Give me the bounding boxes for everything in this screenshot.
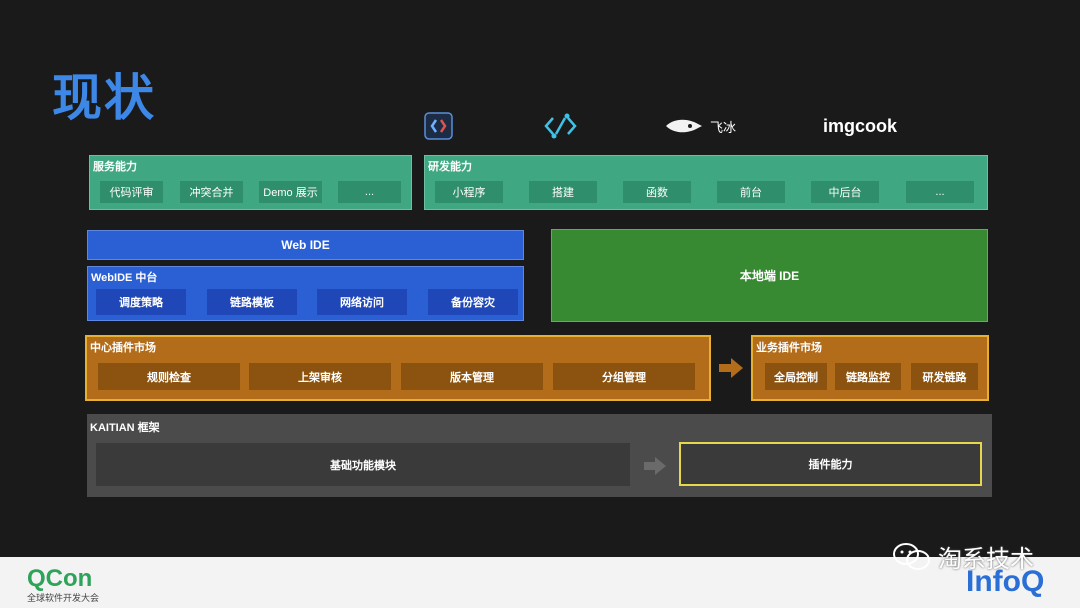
biz-item-global-control: 全局控制 [765, 363, 827, 390]
dev-item-middle-backend: 中后台 [811, 181, 879, 203]
biz-plugin-market-label: 业务插件市场 [756, 342, 822, 354]
page-title: 现状 [52, 70, 156, 126]
platform-item-network: 网络访问 [317, 289, 407, 315]
service-capability-panel: 服务能力 代码评审 冲突合并 Demo 展示 ... [89, 155, 412, 210]
center-item-review: 上架审核 [249, 363, 391, 390]
kaitian-framework-panel: KAITIAN 框架 基础功能模块 插件能力 [87, 414, 992, 497]
infoq-logo: InfoQ [966, 565, 1045, 598]
feibing-icon [666, 119, 702, 133]
service-item-more: ... [338, 181, 401, 203]
service-item-conflict-merge: 冲突合并 [180, 181, 243, 203]
footer-bar: QCon 全球软件开发大会 淘系技术 InfoQ [0, 542, 1080, 608]
feibing-label: 飞冰 [710, 119, 737, 135]
dev-item-build: 搭建 [529, 181, 597, 203]
link-logo [544, 112, 577, 140]
biz-item-dev-link: 研发链路 [911, 363, 978, 390]
center-item-rule-check: 规则检查 [98, 363, 240, 390]
plugin-capability-box: 插件能力 [679, 442, 982, 486]
center-item-group: 分组管理 [553, 363, 695, 390]
web-ide-box: Web IDE [87, 230, 524, 260]
biz-item-link-monitor: 链路监控 [835, 363, 901, 390]
service-item-code-review: 代码评审 [100, 181, 163, 203]
center-item-version: 版本管理 [401, 363, 543, 390]
center-plugin-market-label: 中心插件市场 [90, 342, 156, 354]
link-chain-icon [544, 113, 577, 139]
kaitian-framework-label: KAITIAN 框架 [90, 422, 160, 434]
dev-item-miniprogram: 小程序 [435, 181, 503, 203]
arrow-right-icon [644, 457, 666, 475]
webide-platform-label: WebIDE 中台 [91, 272, 158, 284]
local-ide-box: 本地端 IDE [551, 229, 988, 322]
service-capability-label: 服务能力 [93, 161, 137, 173]
platform-item-scheduling: 调度策略 [96, 289, 186, 315]
dev-item-more: ... [906, 181, 974, 203]
dev-capability-label: 研发能力 [428, 161, 472, 173]
base-function-module: 基础功能模块 [96, 443, 630, 486]
service-item-demo: Demo 展示 [259, 181, 322, 203]
dev-item-frontend: 前台 [717, 181, 785, 203]
qcon-logo: QCon [27, 565, 93, 592]
biz-plugin-market-panel: 业务插件市场 全局控制 链路监控 研发链路 [751, 335, 989, 401]
wechat-icon [893, 542, 930, 570]
arrow-right-icon [719, 358, 743, 378]
dev-capability-panel: 研发能力 小程序 搭建 函数 前台 中后台 ... [424, 155, 988, 210]
kaitian-logo [424, 112, 453, 140]
platform-item-link-template: 链路模板 [207, 289, 297, 315]
center-plugin-market-panel: 中心插件市场 规则检查 上架审核 版本管理 分组管理 [85, 335, 711, 401]
qcon-subtitle: 全球软件开发大会 [27, 593, 100, 603]
imgcook-logo: imgcook [823, 115, 898, 136]
platform-item-backup: 备份容灾 [428, 289, 518, 315]
webide-platform-panel: WebIDE 中台 调度策略 链路模板 网络访问 备份容灾 [87, 266, 524, 321]
code-bracket-icon [424, 112, 453, 140]
dev-item-function: 函数 [623, 181, 691, 203]
feibing-logo: 飞冰 [664, 112, 736, 140]
